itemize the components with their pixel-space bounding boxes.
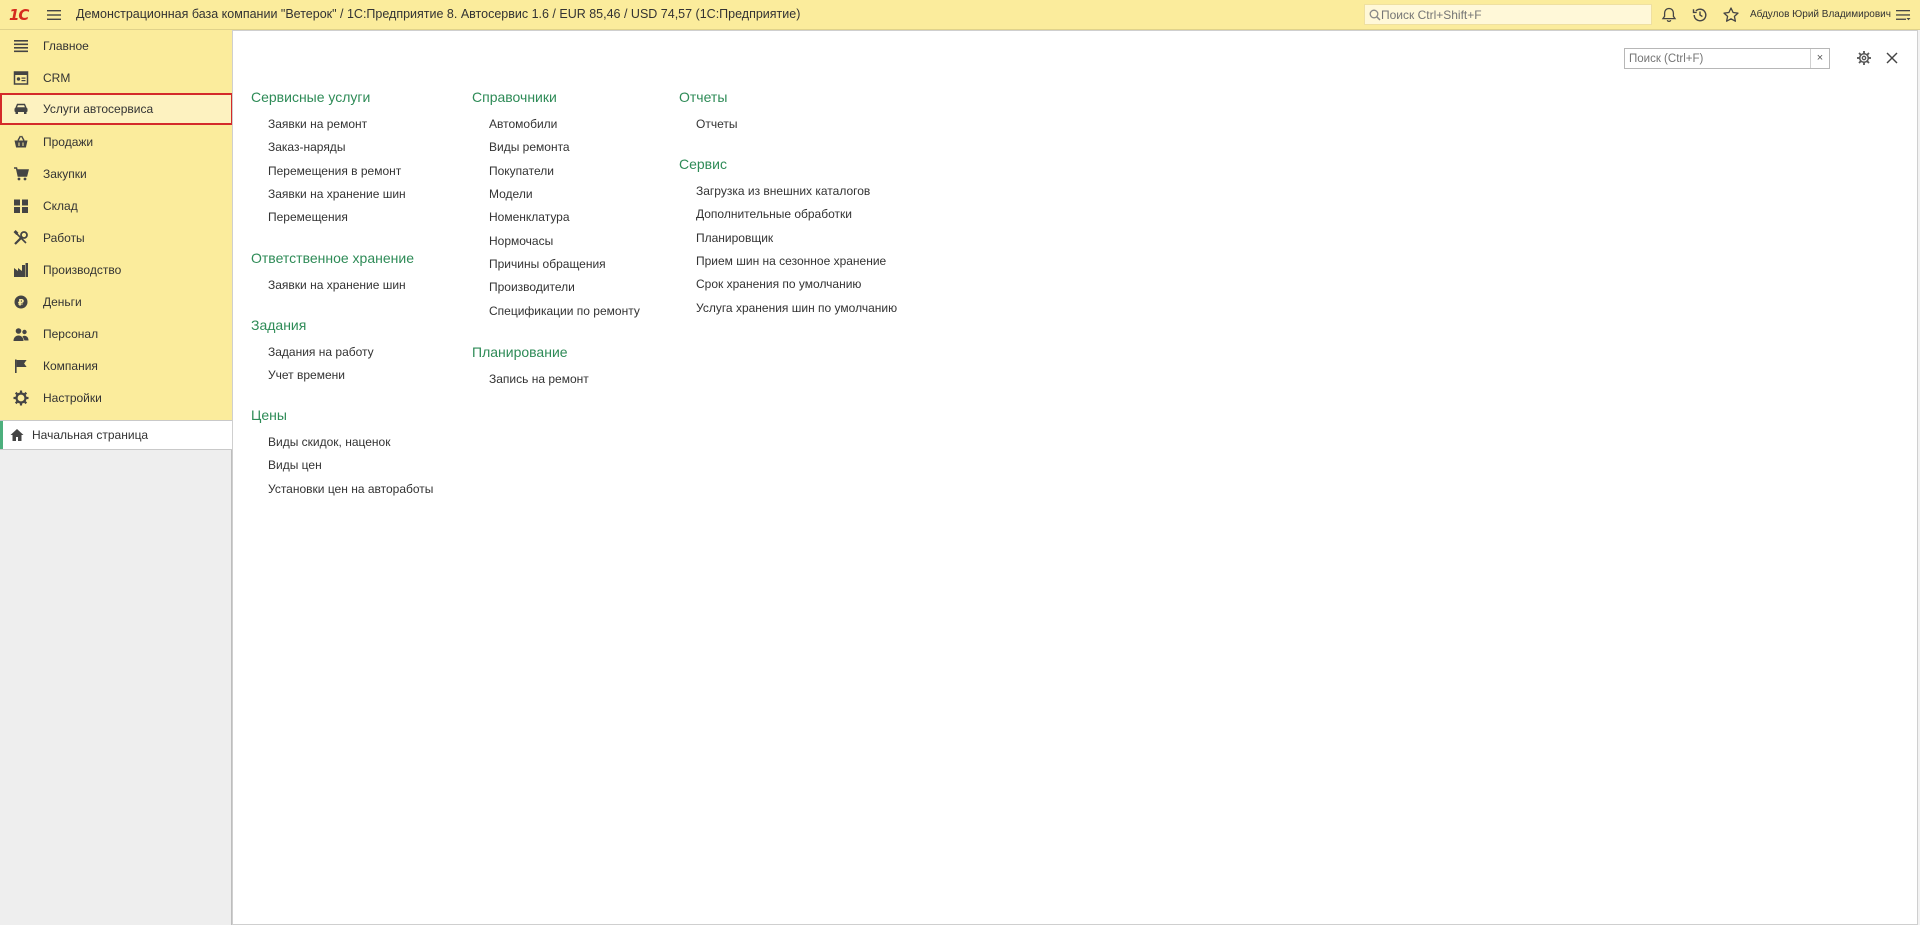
active-tab-marker: [0, 421, 3, 449]
group-title: Цены: [251, 407, 287, 423]
close-icon[interactable]: [1886, 52, 1898, 64]
content-search-input[interactable]: [1629, 50, 1809, 67]
grid-icon: [14, 199, 28, 213]
section-production[interactable]: Производство: [0, 254, 232, 286]
content-search[interactable]: ×: [1624, 48, 1830, 69]
flag-icon: [15, 359, 27, 373]
group-title: Сервисные услуги: [251, 89, 371, 105]
section-warehouse[interactable]: Склад: [0, 190, 232, 222]
section-label: Главное: [43, 39, 89, 53]
group-title: Задания: [251, 317, 307, 333]
home-icon: [10, 429, 24, 441]
section-auto-service[interactable]: Услуги автосервиса: [0, 93, 233, 125]
section-sales[interactable]: Продажи: [0, 126, 232, 158]
section-label: Персонал: [43, 327, 99, 341]
nav-link[interactable]: Заказ-наряды: [268, 140, 345, 154]
nav-link[interactable]: Виды ремонта: [489, 140, 570, 154]
window-title: Демонстрационная база компании "Ветерок"…: [76, 7, 801, 21]
section-staff[interactable]: Персонал: [0, 318, 232, 350]
group-title: Планирование: [472, 344, 568, 360]
nav-link[interactable]: Заявки на хранение шин: [268, 278, 406, 292]
gear-icon: [13, 390, 29, 406]
section-money[interactable]: ₽ Деньги: [0, 286, 232, 318]
nav-link[interactable]: Загрузка из внешних каталогов: [696, 184, 870, 198]
cart-icon: [14, 167, 29, 181]
group-title: Ответственное хранение: [251, 250, 414, 266]
basket-icon: [14, 135, 28, 148]
nav-link[interactable]: Автомобили: [489, 117, 557, 131]
tools-icon: [13, 230, 28, 245]
section-main[interactable]: Главное: [0, 30, 232, 62]
section-settings[interactable]: Настройки: [0, 382, 232, 414]
section-label: Настройки: [43, 391, 102, 405]
top-bar: 1С Демонстрационная база компании "Ветер…: [0, 0, 1920, 30]
nav-link[interactable]: Причины обращения: [489, 257, 606, 271]
nav-link[interactable]: Нормочасы: [489, 234, 553, 248]
section-company[interactable]: Компания: [0, 350, 232, 382]
nav-link[interactable]: Дополнительные обработки: [696, 207, 852, 221]
factory-icon: [14, 263, 28, 277]
search-icon: [1369, 9, 1381, 21]
coin-icon: ₽: [14, 295, 28, 309]
bell-icon[interactable]: [1660, 6, 1678, 24]
nav-link[interactable]: Спецификации по ремонту: [489, 304, 640, 318]
nav-link[interactable]: Перемещения: [268, 210, 348, 224]
section-label: Компания: [43, 359, 98, 373]
nav-link[interactable]: Заявки на хранение шин: [268, 187, 406, 201]
nav-link[interactable]: Установки цен на автоработы: [268, 482, 433, 496]
lines-icon: [14, 40, 28, 53]
section-works[interactable]: Работы: [0, 222, 232, 254]
nav-link[interactable]: Номенклатура: [489, 210, 570, 224]
nav-link[interactable]: Задания на работу: [268, 345, 374, 359]
group-title: Отчеты: [679, 89, 728, 105]
nav-link[interactable]: Покупатели: [489, 164, 554, 178]
nav-link[interactable]: Перемещения в ремонт: [268, 164, 401, 178]
nav-link[interactable]: Заявки на ремонт: [268, 117, 367, 131]
nav-link[interactable]: Прием шин на сезонное хранение: [696, 254, 886, 268]
sections-list: Главное CRM Услуги автосервиса Продажи З…: [0, 30, 233, 420]
nav-link[interactable]: Модели: [489, 187, 533, 201]
group-title: Справочники: [472, 89, 557, 105]
crm-icon: [13, 71, 29, 85]
nav-link[interactable]: Производители: [489, 280, 575, 294]
home-page-tab[interactable]: Начальная страница: [0, 420, 232, 450]
star-icon[interactable]: [1722, 6, 1740, 24]
nav-link[interactable]: Отчеты: [696, 117, 737, 131]
sections-panel: Главное CRM Услуги автосервиса Продажи З…: [0, 30, 233, 925]
app-logo[interactable]: 1С: [9, 6, 29, 24]
section-label: Производство: [43, 263, 122, 277]
section-label: Продажи: [43, 135, 94, 149]
nav-link[interactable]: Виды цен: [268, 458, 322, 472]
section-label: Работы: [43, 231, 85, 245]
group-title: Сервис: [679, 156, 727, 172]
section-crm[interactable]: CRM: [0, 62, 232, 94]
history-icon[interactable]: [1691, 6, 1709, 24]
clear-search-button[interactable]: ×: [1810, 49, 1829, 68]
gear-icon[interactable]: [1856, 50, 1872, 66]
global-search[interactable]: [1364, 4, 1652, 25]
global-search-input[interactable]: [1381, 6, 1641, 23]
home-page-label: Начальная страница: [32, 428, 149, 442]
car-icon: [14, 103, 28, 114]
svg-text:₽: ₽: [18, 299, 24, 309]
settings-menu-icon[interactable]: [1894, 6, 1912, 24]
nav-link[interactable]: Срок хранения по умолчанию: [696, 277, 861, 291]
section-label: Деньги: [43, 295, 82, 309]
nav-link[interactable]: Услуга хранения шин по умолчанию: [696, 301, 897, 315]
nav-link[interactable]: Запись на ремонт: [489, 372, 589, 386]
user-name[interactable]: Абдулов Юрий Владимирович: [1750, 9, 1891, 20]
people-icon: [13, 328, 29, 341]
nav-link[interactable]: Планировщик: [696, 231, 773, 245]
section-label: CRM: [43, 71, 71, 85]
section-content-panel: × Сервисные услуги Заявки на ремонт Зака…: [232, 30, 1918, 925]
section-label: Склад: [43, 199, 78, 213]
section-purchases[interactable]: Закупки: [0, 158, 232, 190]
nav-link[interactable]: Виды скидок, наценок: [268, 435, 390, 449]
menu-icon[interactable]: [45, 6, 63, 24]
section-label: Закупки: [43, 167, 87, 181]
section-label: Услуги автосервиса: [43, 102, 154, 116]
nav-link[interactable]: Учет времени: [268, 368, 345, 382]
